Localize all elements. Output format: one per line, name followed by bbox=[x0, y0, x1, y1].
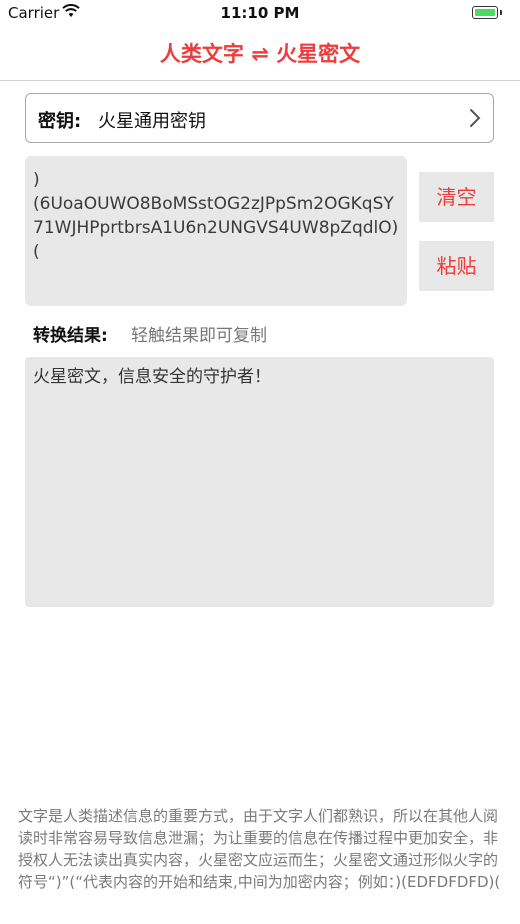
key-value: 火星通用密钥 bbox=[98, 111, 206, 132]
navigation-bar: 人类文字 ⇌ 火星密文 bbox=[0, 28, 520, 81]
page-title: 人类文字 ⇌ 火星密文 bbox=[159, 42, 361, 66]
description-text: 文字是人类描述信息的重要方式，由于文字人们都熟识，所以在其他人阅读时非常容易导致… bbox=[18, 807, 501, 891]
key-label: 密钥: bbox=[38, 111, 82, 132]
paste-button[interactable]: 粘贴 bbox=[419, 241, 494, 291]
battery-icon bbox=[472, 6, 502, 19]
key-selector[interactable]: 密钥: 火星通用密钥 bbox=[25, 93, 494, 143]
input-text: ) (6UoaOUWO8BoMSstOG2zJPpSm2OGKqSY71WJHP… bbox=[33, 170, 399, 262]
result-output[interactable]: 火星密文，信息安全的守护者！ bbox=[25, 357, 494, 607]
status-bar: Carrier 11:10 PM bbox=[0, 0, 520, 28]
result-label: 转换结果: bbox=[33, 326, 108, 346]
result-text: 火星密文，信息安全的守护者！ bbox=[33, 367, 271, 387]
clock-time: 11:10 PM bbox=[220, 4, 300, 22]
input-text-area[interactable]: ) (6UoaOUWO8BoMSstOG2zJPpSm2OGKqSY71WJHP… bbox=[25, 156, 407, 306]
result-hint: 轻触结果即可复制 bbox=[131, 326, 267, 346]
chevron-right-icon bbox=[470, 109, 481, 127]
clear-button[interactable]: 清空 bbox=[419, 172, 494, 222]
